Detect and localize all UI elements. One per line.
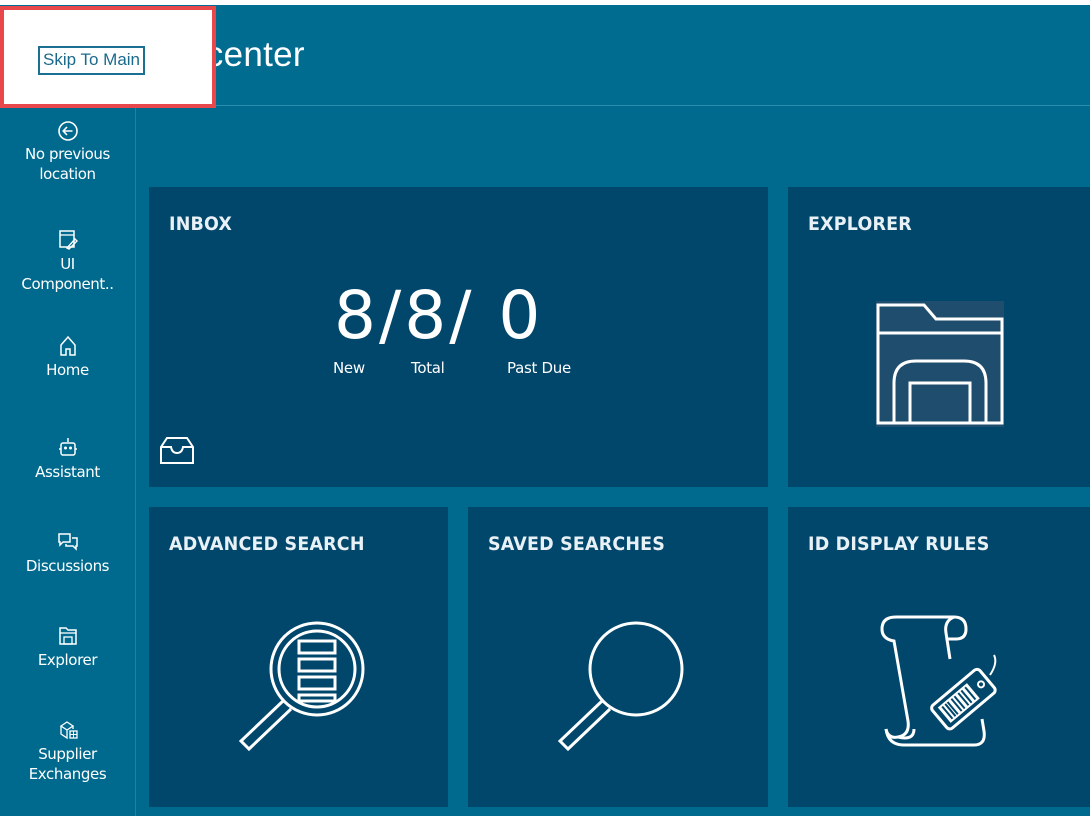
sidebar-item-label: Exchanges (28, 765, 107, 783)
advanced-search-icon (238, 621, 365, 752)
ui-components-icon (58, 230, 78, 250)
sidebar-item-label: UI (60, 255, 75, 273)
magnifier-icon (557, 621, 684, 752)
folder-icon (876, 301, 1004, 427)
home-icon (59, 335, 76, 356)
sidebar-item-ui-components[interactable]: UI Component.. (0, 228, 135, 294)
tile-explorer[interactable]: EXPLORER (788, 187, 1090, 487)
robot-icon (58, 438, 77, 456)
scroll-tag-icon (880, 615, 997, 747)
sidebar-item-label: Discussions (25, 557, 110, 575)
sidebar-item-explorer[interactable]: Explorer (0, 624, 135, 670)
inbox-count: 8/8/ 0 (334, 277, 544, 354)
app-window: ncenter No previous location UI Componen… (0, 5, 1090, 816)
supplier-exchange-icon (59, 721, 78, 740)
sidebar-item-home[interactable]: Home (0, 334, 135, 380)
sidebar-item-label: Assistant (35, 463, 100, 481)
inbox-total-label: Total (411, 359, 445, 377)
sidebar-item-label: Component.. (21, 275, 114, 293)
main-content: INBOX 8/8/ 0 New Total Past Due EXPLORER (136, 106, 1090, 816)
sidebar-nav: No previous location UI Component.. Home (0, 106, 136, 816)
sidebar-item-label: Home (46, 361, 89, 379)
tile-id-display-rules[interactable]: ID DISPLAY RULES (788, 507, 1090, 807)
inbox-tray-icon (160, 437, 194, 464)
sidebar-item-previous-location[interactable]: No previous location (0, 120, 135, 184)
skip-link-container: Skip To Main (0, 6, 216, 108)
chat-bubbles-icon (57, 533, 78, 551)
tile-title: ADVANCED SEARCH (169, 533, 365, 555)
tile-title: SAVED SEARCHES (488, 533, 666, 555)
sidebar-item-label: Explorer (37, 651, 98, 669)
sidebar-item-label: location (39, 165, 96, 183)
inbox-past-due-label: Past Due (507, 359, 571, 377)
tile-inbox[interactable]: INBOX 8/8/ 0 New Total Past Due (149, 187, 768, 487)
tile-title: ID DISPLAY RULES (808, 533, 990, 555)
tile-title: INBOX (169, 213, 233, 235)
sidebar-item-label: No previous (25, 145, 110, 163)
skip-to-main-link[interactable]: Skip To Main (38, 46, 146, 75)
back-arrow-icon (57, 121, 78, 141)
sidebar-item-supplier-exchanges[interactable]: Supplier Exchanges (0, 718, 135, 784)
inbox-new-label: New (333, 359, 365, 377)
sidebar-item-assistant[interactable]: Assistant (0, 436, 135, 482)
tile-title: EXPLORER (808, 213, 912, 235)
sidebar-item-discussions[interactable]: Discussions (0, 530, 135, 576)
folder-icon (58, 627, 77, 645)
tile-saved-searches[interactable]: SAVED SEARCHES (468, 507, 768, 807)
tile-advanced-search[interactable]: ADVANCED SEARCH (149, 507, 448, 807)
sidebar-item-label: Supplier (38, 745, 97, 763)
